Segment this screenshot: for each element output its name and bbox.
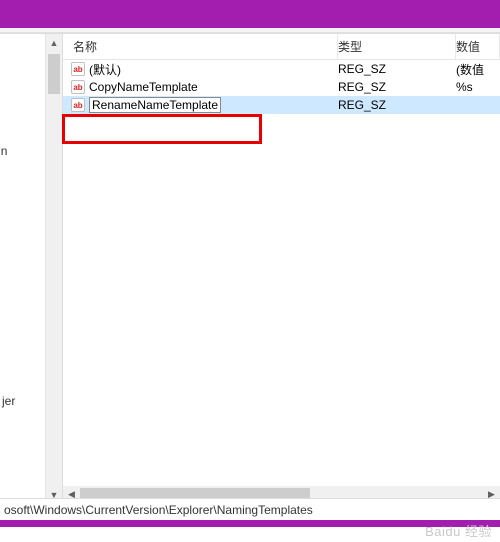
window-titlebar[interactable] — [0, 0, 500, 28]
string-value-icon: ab — [71, 80, 85, 94]
string-value-icon: ab — [71, 98, 85, 112]
scroll-thumb[interactable] — [48, 54, 60, 94]
value-type: REG_SZ — [338, 62, 456, 76]
value-name: (默认) — [89, 61, 121, 78]
table-row[interactable]: ab CopyNameTemplate REG_SZ %s — [63, 78, 500, 96]
value-name: CopyNameTemplate — [89, 80, 198, 94]
column-header-data[interactable]: 数值 — [456, 34, 500, 59]
rename-input[interactable]: RenameNameTemplate — [89, 97, 221, 113]
value-data: %s — [456, 80, 500, 94]
string-value-icon: ab — [71, 62, 85, 76]
list-header[interactable]: 名称 类型 数值 — [63, 34, 500, 60]
table-row[interactable]: ab RenameNameTemplate REG_SZ — [63, 96, 500, 114]
column-header-name[interactable]: 名称 — [63, 34, 338, 59]
list-pane: 名称 类型 数值 ab (默认) REG_SZ (数值 ab CopyNameT… — [63, 34, 500, 503]
list-body[interactable]: ab (默认) REG_SZ (数值 ab CopyNameTemplate R… — [63, 60, 500, 503]
tree-pane[interactable]: gAgain jer ▲ ▼ — [0, 34, 63, 503]
tree-item[interactable]: gAgain — [0, 144, 7, 158]
value-type: REG_SZ — [338, 98, 456, 112]
value-type: REG_SZ — [338, 80, 456, 94]
table-row[interactable]: ab (默认) REG_SZ (数值 — [63, 60, 500, 78]
status-bar: osoft\Windows\CurrentVersion\Explorer\Na… — [0, 498, 500, 520]
tree-scrollbar[interactable]: ▲ ▼ — [45, 34, 62, 503]
watermark: Baidu 经验 — [425, 521, 492, 540]
status-path: osoft\Windows\CurrentVersion\Explorer\Na… — [4, 503, 313, 517]
tree-item[interactable]: jer — [2, 394, 15, 408]
main-area: gAgain jer ▲ ▼ 名称 类型 数值 ab (默认) REG_SZ (… — [0, 33, 500, 503]
value-data: (数值 — [456, 61, 500, 78]
column-header-type[interactable]: 类型 — [338, 34, 456, 59]
scroll-up-icon[interactable]: ▲ — [46, 34, 62, 51]
